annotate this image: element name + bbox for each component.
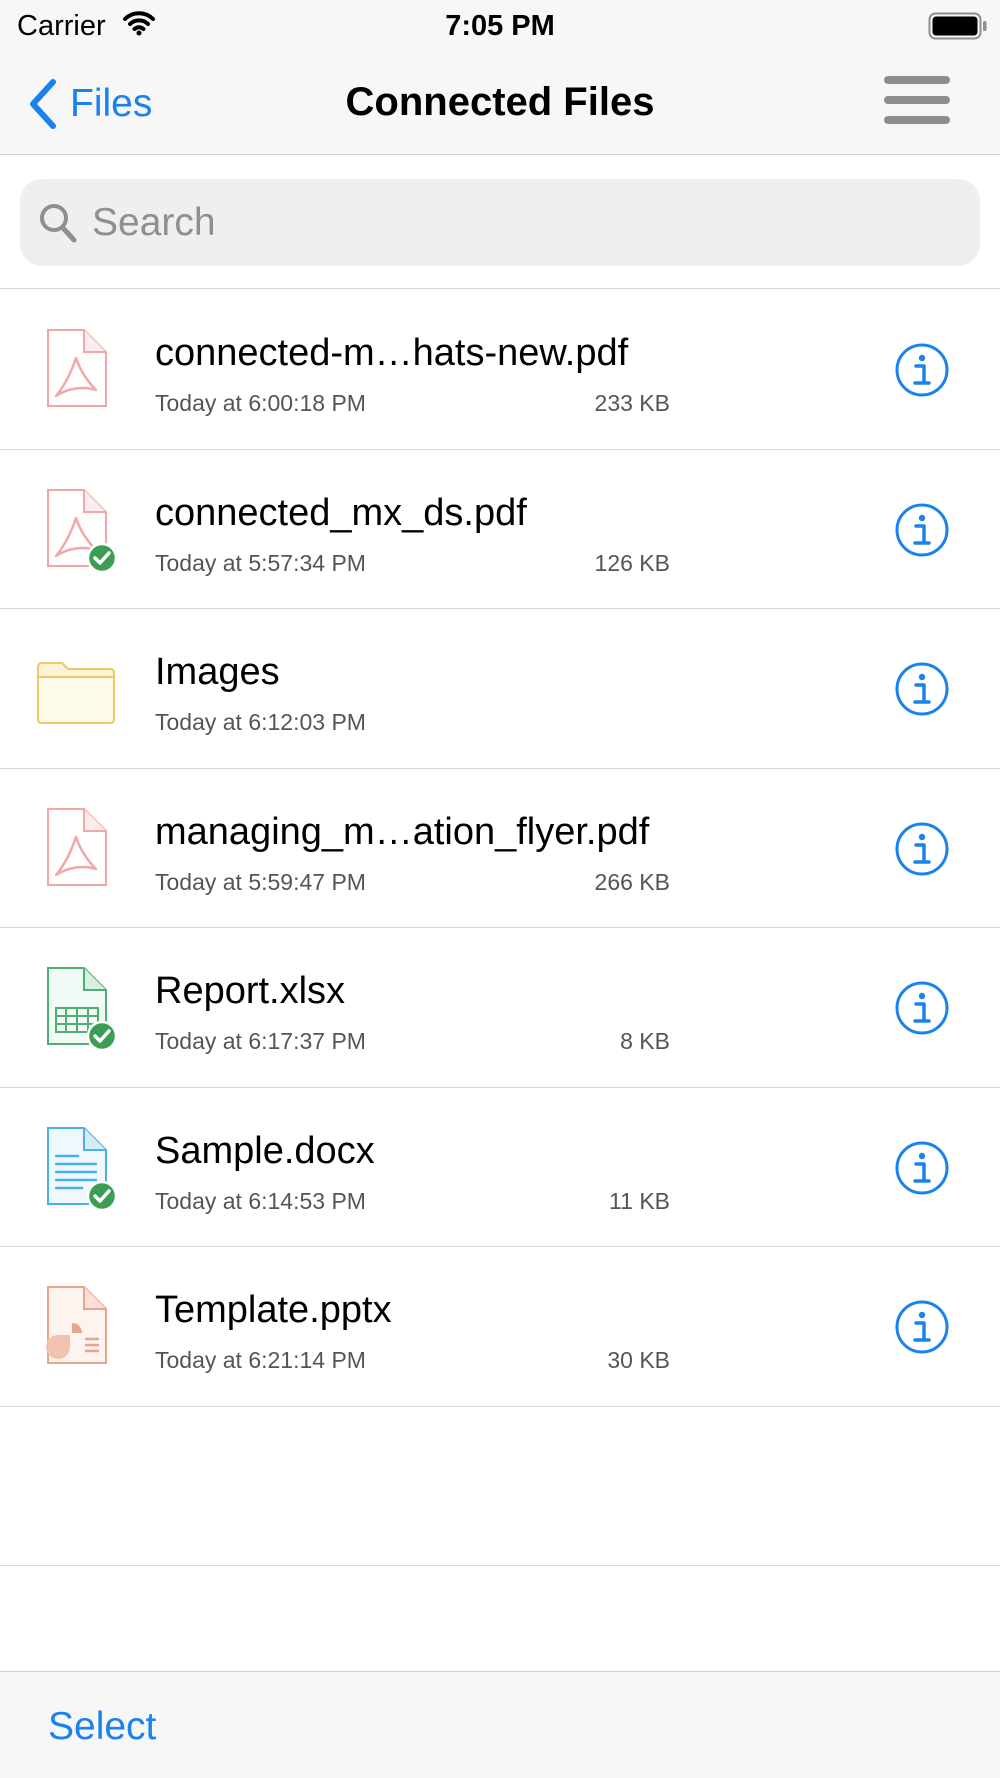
info-icon[interactable]: [894, 1140, 950, 1196]
file-row[interactable]: managing_m…ation_flyer.pdf Today at 5:59…: [0, 769, 1000, 928]
hamburger-menu-icon: [884, 116, 950, 124]
file-list: connected-m…hats-new.pdf Today at 6:00:1…: [0, 290, 1000, 1566]
file-date: Today at 6:00:18 PM: [155, 390, 366, 416]
file-date: Today at 6:14:53 PM: [155, 1187, 366, 1214]
file-row[interactable]: Report.xlsx Today at 6:17:37 PM 8 KB: [0, 928, 1000, 1088]
search-field[interactable]: [20, 179, 980, 266]
info-icon[interactable]: [894, 1299, 950, 1355]
file-size: 8 KB: [620, 1028, 670, 1054]
file-date: Today at 6:21:14 PM: [155, 1347, 366, 1373]
file-name: connected_mx_ds.pdf: [155, 491, 527, 534]
file-size: 126 KB: [594, 549, 670, 576]
folder-icon: [37, 662, 115, 724]
search-icon: [40, 203, 77, 242]
page-title: Connected Files: [345, 80, 655, 124]
battery-icon: [928, 12, 987, 40]
downloaded-check-icon: [86, 1180, 118, 1211]
file-name: connected-m…hats-new.pdf: [155, 332, 629, 374]
pdf-file-icon: [47, 488, 118, 573]
status-bar: Carrier 7:05 PM: [0, 0, 1000, 52]
info-icon[interactable]: [894, 661, 950, 717]
file-size: 266 KB: [594, 868, 670, 895]
empty-list-row: [0, 1407, 1000, 1566]
pdf-file-icon: [47, 807, 107, 886]
spreadsheet-file-icon: [47, 967, 118, 1052]
file-size: 233 KB: [594, 390, 670, 416]
hamburger-menu-icon: [884, 76, 950, 84]
search-bar: [0, 156, 1000, 289]
info-icon[interactable]: [894, 502, 950, 558]
info-icon[interactable]: [894, 980, 950, 1036]
search-input[interactable]: [92, 200, 912, 245]
navigation-bar: Files Connected Files: [0, 52, 1000, 155]
info-icon[interactable]: [894, 342, 950, 398]
file-date: Today at 6:12:03 PM: [155, 709, 366, 735]
hamburger-menu-icon: [884, 96, 950, 104]
file-name: Images: [155, 651, 280, 693]
info-icon[interactable]: [894, 821, 950, 877]
presentation-file-icon: [46, 1286, 107, 1364]
hamburger-menu-button[interactable]: [882, 76, 952, 132]
file-row[interactable]: Sample.docx Today at 6:14:53 PM 11 KB: [0, 1088, 1000, 1247]
file-size: 30 KB: [607, 1347, 670, 1373]
file-row[interactable]: Images Today at 6:12:03 PM: [0, 609, 1000, 769]
file-date: Today at 5:59:47 PM: [155, 868, 366, 895]
status-time: 7:05 PM: [445, 10, 555, 42]
document-file-icon: [47, 1126, 118, 1211]
downloaded-check-icon: [86, 542, 118, 573]
file-date: Today at 5:57:34 PM: [155, 549, 366, 576]
file-size: 11 KB: [609, 1187, 670, 1214]
file-name: Template.pptx: [155, 1289, 392, 1331]
file-name: Report.xlsx: [155, 970, 346, 1012]
file-name: managing_m…ation_flyer.pdf: [155, 810, 650, 853]
bottom-toolbar: Select: [0, 1671, 1000, 1778]
file-row[interactable]: connected-m…hats-new.pdf Today at 6:00:1…: [0, 290, 1000, 450]
file-date: Today at 6:17:37 PM: [155, 1028, 366, 1054]
file-row[interactable]: connected_mx_ds.pdf Today at 5:57:34 PM …: [0, 450, 1000, 609]
pdf-file-icon: [47, 329, 107, 407]
select-button[interactable]: Select: [48, 1705, 156, 1749]
file-row[interactable]: Template.pptx Today at 6:21:14 PM 30 KB: [0, 1247, 1000, 1407]
downloaded-check-icon: [86, 1020, 118, 1052]
file-name: Sample.docx: [155, 1129, 375, 1172]
